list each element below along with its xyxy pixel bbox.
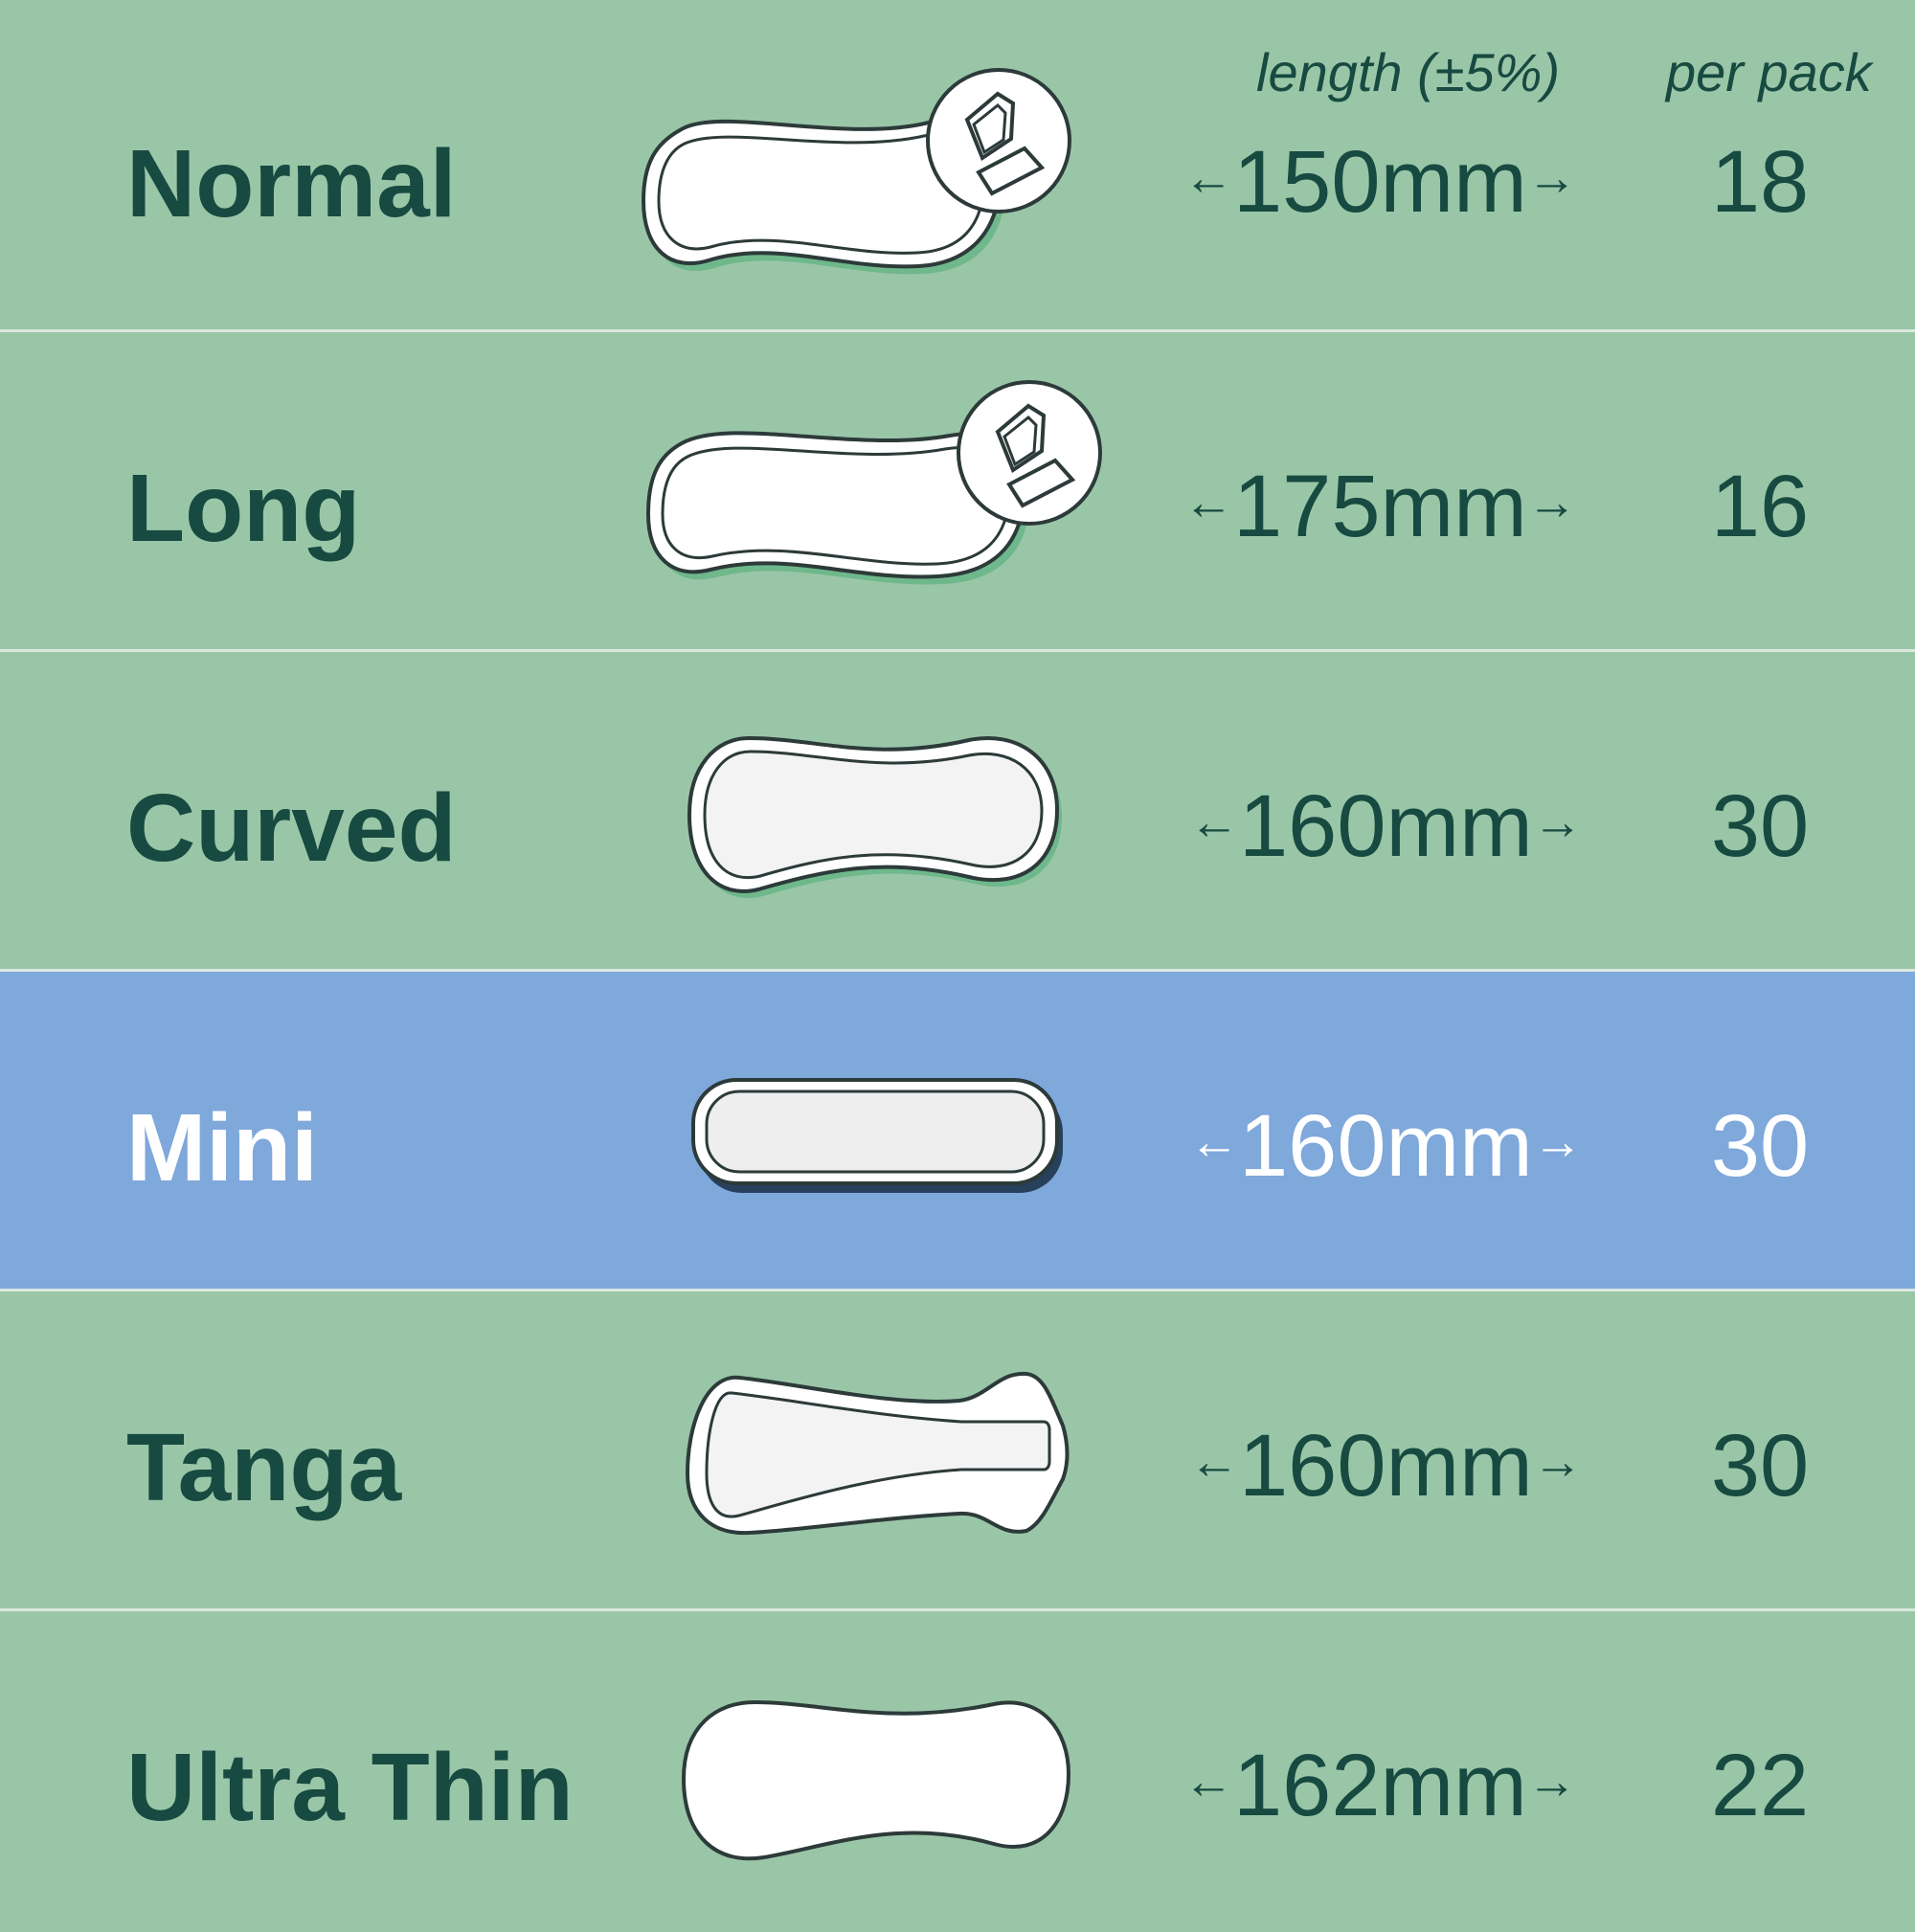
pack-count: 16 — [1710, 458, 1810, 555]
liner-tanga-icon — [682, 1368, 1141, 1607]
arrow-right-icon: → — [1526, 150, 1577, 206]
length-value: ←175mm→ — [1183, 462, 1577, 550]
arrow-right-icon: → — [1532, 1114, 1583, 1170]
product-row-long: Long ←175mm→ 16 — [0, 332, 1915, 649]
liner-mini-icon — [686, 1072, 1145, 1312]
arrow-left-icon: ← — [1189, 1434, 1239, 1490]
product-name: Long — [126, 455, 361, 562]
pack-count: 30 — [1710, 1097, 1810, 1195]
product-row-ultra-thin: Ultra Thin ←162mm→ 22 — [0, 1611, 1915, 1915]
product-name: Mini — [126, 1094, 318, 1202]
product-row-tanga: Tanga ←160mm→ 30 — [0, 1292, 1915, 1608]
product-name: Normal — [126, 130, 457, 237]
liner-ultrathin-icon — [678, 1693, 1138, 1932]
arrow-left-icon: ← — [1183, 475, 1233, 530]
length-value: ←160mm→ — [1189, 1422, 1583, 1510]
product-name: Tanga — [126, 1414, 402, 1521]
length-text: 160mm — [1239, 777, 1533, 875]
arrow-left-icon: ← — [1189, 1114, 1239, 1170]
length-text: 160mm — [1239, 1417, 1533, 1515]
length-header: length (±5%) — [1256, 42, 1561, 102]
length-text: 175mm — [1233, 458, 1527, 555]
liner-wrapped-icon — [643, 361, 1103, 600]
pack-count: 18 — [1710, 133, 1810, 231]
length-value: ←162mm→ — [1183, 1741, 1577, 1830]
length-text: 150mm — [1233, 133, 1527, 231]
arrow-right-icon: → — [1532, 795, 1583, 850]
pack-count: 30 — [1710, 1417, 1810, 1515]
length-value: ←160mm→ — [1189, 782, 1583, 870]
length-text: 160mm — [1239, 1097, 1533, 1195]
liner-curved-icon — [682, 729, 1141, 968]
product-row-curved: Curved ←160mm→ 30 — [0, 652, 1915, 969]
pack-count: 22 — [1710, 1737, 1810, 1834]
length-value: ←160mm→ — [1189, 1102, 1583, 1190]
arrow-left-icon: ← — [1183, 1754, 1233, 1809]
length-value: ←150mm→ — [1183, 138, 1577, 226]
product-comparison: Normal length (±5%) per pack ←150mm→ 18 … — [0, 0, 1915, 1915]
pack-count: 30 — [1710, 777, 1810, 875]
product-row-mini: Mini ←160mm→ 30 — [0, 972, 1915, 1289]
liner-wrapped-icon — [632, 48, 1092, 287]
arrow-right-icon: → — [1526, 1754, 1577, 1809]
length-text: 162mm — [1233, 1737, 1527, 1834]
arrow-right-icon: → — [1526, 475, 1577, 530]
arrow-left-icon: ← — [1183, 150, 1233, 206]
per-pack-header: per pack — [1666, 42, 1872, 102]
arrow-right-icon: → — [1532, 1434, 1583, 1490]
arrow-left-icon: ← — [1189, 795, 1239, 850]
product-row-normal: Normal length (±5%) per pack ←150mm→ 18 — [0, 0, 1915, 317]
product-name: Ultra Thin — [126, 1734, 574, 1841]
product-name: Curved — [126, 775, 457, 882]
